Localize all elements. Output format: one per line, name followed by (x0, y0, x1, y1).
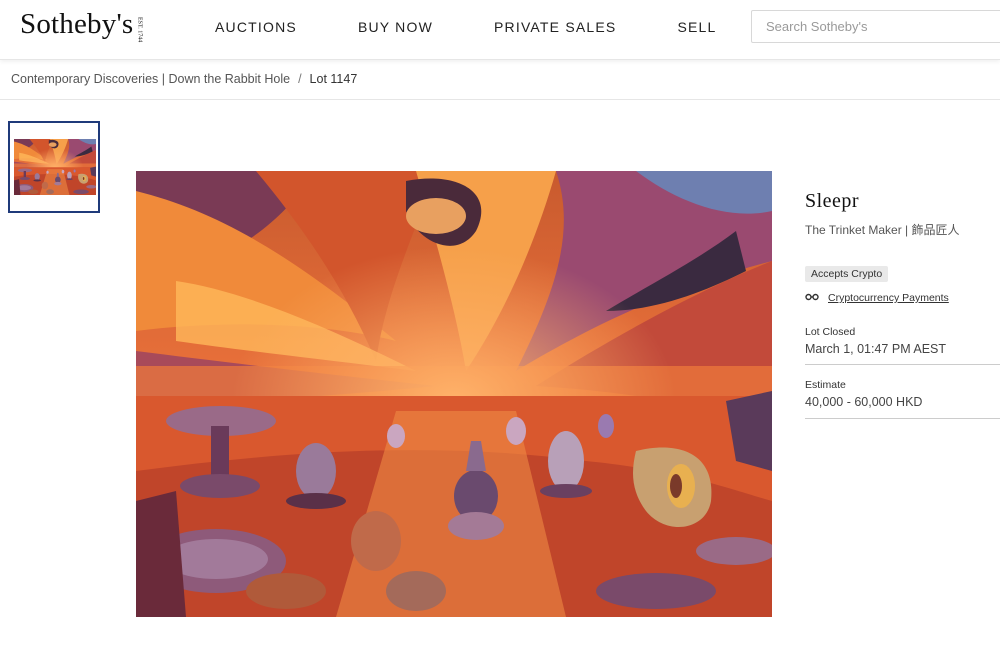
link-icon (805, 292, 823, 304)
nav-buy-now[interactable]: BUY NOW (358, 19, 433, 35)
lot-artist[interactable]: The Trinket Maker | 飾品匠人 (805, 221, 1000, 238)
estimate: Estimate 40,000 - 60,000 HKD (805, 379, 1000, 409)
estimate-value: 40,000 - 60,000 HKD (805, 395, 923, 409)
crypto-payments-row: Cryptocurrency Payments (805, 292, 1000, 304)
logo-wordmark: Sotheby's (20, 8, 134, 40)
crypto-payments-link[interactable]: Cryptocurrency Payments (828, 292, 949, 304)
breadcrumb: Contemporary Discoveries | Down the Rabb… (11, 72, 357, 86)
thumbnail-image (14, 139, 96, 195)
artwork-thumbnail[interactable] (8, 121, 100, 213)
nav-private-sales[interactable]: PRIVATE SALES (494, 19, 616, 35)
nav-sell[interactable]: SELL (677, 19, 716, 35)
main-nav: AUCTIONS BUY NOW PRIVATE SALES SELL (215, 19, 717, 35)
breadcrumb-sale-link[interactable]: Contemporary Discoveries | Down the Rabb… (11, 72, 290, 86)
breadcrumb-current: Lot 1147 (309, 72, 358, 86)
sothebys-logo[interactable]: Sotheby's EST. 1744 (20, 8, 148, 42)
site-header: Sotheby's EST. 1744 AUCTIONS BUY NOW PRI… (0, 0, 1000, 60)
breadcrumb-divider (0, 99, 1000, 100)
search-box (751, 10, 1000, 43)
lot-status-label: Lot Closed (805, 326, 856, 338)
lot-title: Sleepr (805, 190, 860, 212)
lot-status-value: March 1, 01:47 PM AEST (805, 342, 947, 356)
breadcrumb-separator: / (298, 72, 302, 86)
divider (805, 418, 1000, 419)
logo-est-mark: EST. 1744 (136, 17, 143, 43)
estimate-label: Estimate (805, 379, 846, 391)
divider (805, 364, 1000, 365)
accepts-crypto-badge: Accepts Crypto (805, 266, 889, 282)
lot-info-panel: Sleepr The Trinket Maker | 飾品匠人 Accepts … (805, 190, 1000, 419)
search-input[interactable] (752, 11, 1000, 42)
lot-status: Lot Closed March 1, 01:47 PM AEST (805, 326, 1000, 356)
nav-auctions[interactable]: AUCTIONS (215, 19, 297, 35)
artwork-image[interactable] (136, 171, 772, 617)
